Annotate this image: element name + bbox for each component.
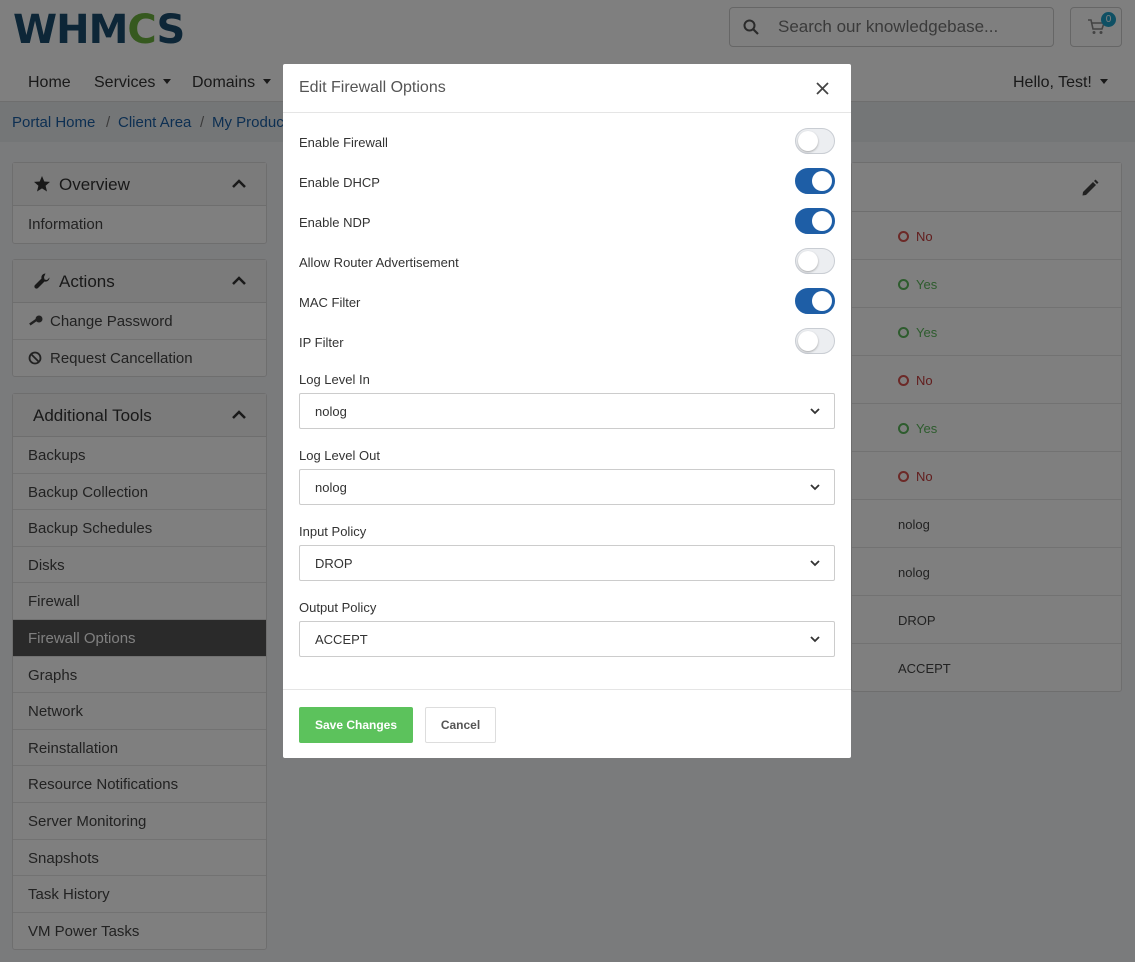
- cancel-button[interactable]: Cancel: [425, 707, 496, 743]
- toggle-knob: [798, 131, 818, 151]
- chevron-down-icon: [810, 408, 820, 415]
- enable-ndp-toggle[interactable]: [795, 208, 835, 234]
- log-level-out-select[interactable]: nolog: [299, 469, 835, 505]
- close-icon[interactable]: [814, 80, 831, 97]
- edit-firewall-options-modal: Edit Firewall Options Enable Firewall En…: [283, 64, 851, 758]
- save-changes-button[interactable]: Save Changes: [299, 707, 413, 743]
- enable-firewall-toggle[interactable]: [795, 128, 835, 154]
- select-value: DROP: [315, 556, 353, 571]
- toggle-row-ip-filter: IP Filter: [299, 328, 835, 354]
- chevron-down-icon: [810, 484, 820, 491]
- modal-footer: Save Changes Cancel: [283, 689, 851, 758]
- select-value: ACCEPT: [315, 632, 368, 647]
- select-value: nolog: [315, 404, 347, 419]
- toggle-label: MAC Filter: [299, 295, 361, 310]
- modal-header: Edit Firewall Options: [283, 64, 851, 113]
- toggle-row-mac-filter: MAC Filter: [299, 288, 835, 314]
- enable-dhcp-toggle[interactable]: [795, 168, 835, 194]
- modal-title: Edit Firewall Options: [299, 79, 446, 96]
- select-value: nolog: [315, 480, 347, 495]
- log-level-out-label: Log Level Out: [299, 448, 380, 463]
- toggle-row-enable-dhcp: Enable DHCP: [299, 168, 835, 194]
- mac-filter-toggle[interactable]: [795, 288, 835, 314]
- ip-filter-toggle[interactable]: [795, 328, 835, 354]
- toggle-knob: [812, 211, 832, 231]
- toggle-knob: [798, 331, 818, 351]
- input-policy-select[interactable]: DROP: [299, 545, 835, 581]
- output-policy-label: Output Policy: [299, 600, 377, 615]
- input-policy-label: Input Policy: [299, 524, 367, 539]
- toggle-knob: [798, 251, 818, 271]
- toggle-knob: [812, 291, 832, 311]
- chevron-down-icon: [810, 636, 820, 643]
- allow-router-advertisement-toggle[interactable]: [795, 248, 835, 274]
- log-level-in-select[interactable]: nolog: [299, 393, 835, 429]
- toggle-label: Enable NDP: [299, 215, 371, 230]
- toggle-knob: [812, 171, 832, 191]
- toggle-row-allow-router-advertisement: Allow Router Advertisement: [299, 248, 835, 274]
- output-policy-select[interactable]: ACCEPT: [299, 621, 835, 657]
- toggle-label: Allow Router Advertisement: [299, 255, 459, 270]
- chevron-down-icon: [810, 560, 820, 567]
- toggle-label: IP Filter: [299, 335, 344, 350]
- toggle-row-enable-ndp: Enable NDP: [299, 208, 835, 234]
- toggle-label: Enable Firewall: [299, 135, 388, 150]
- toggle-row-enable-firewall: Enable Firewall: [299, 128, 835, 154]
- toggle-label: Enable DHCP: [299, 175, 380, 190]
- log-level-in-label: Log Level In: [299, 372, 370, 387]
